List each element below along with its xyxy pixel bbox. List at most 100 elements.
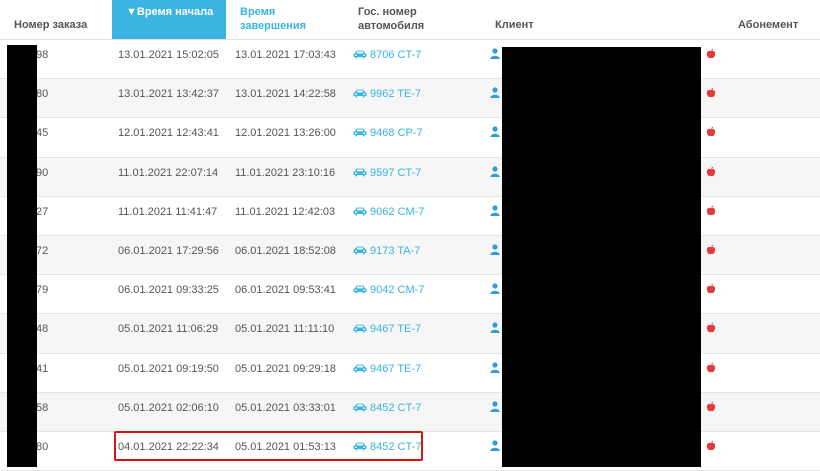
apple-icon [706, 48, 716, 59]
column-header-subscription[interactable]: Абонемент [738, 0, 818, 39]
subscription-cell [706, 440, 716, 454]
apple-icon [706, 283, 716, 294]
column-header-client[interactable]: Клиент [495, 0, 595, 39]
subscription-cell [706, 362, 716, 376]
apple-icon [706, 440, 716, 451]
subscription-cell [706, 126, 716, 140]
client-cell[interactable] [490, 401, 500, 415]
table-header: Номер заказа ▼Время начала Время заверше… [0, 0, 820, 40]
plate-number[interactable]: 8452 CT-7 [370, 402, 421, 414]
client-cell[interactable] [490, 126, 500, 140]
plate-link[interactable]: 9468 CP-7 [353, 118, 423, 156]
end-time: 06.01.2021 18:52:08 [235, 244, 336, 257]
subscription-cell [706, 401, 716, 415]
start-time: 06.01.2021 17:29:56 [118, 244, 219, 257]
plate-number[interactable]: 9467 TE-7 [370, 363, 421, 375]
order-number[interactable]: 41 [36, 354, 48, 392]
order-number[interactable]: 90 [36, 158, 48, 196]
order-number[interactable]: 98 [36, 40, 48, 78]
subscription-cell [706, 322, 716, 336]
plate-link[interactable]: 9962 TE-7 [353, 79, 421, 117]
plate-link[interactable]: 8452 CT-7 [353, 393, 421, 431]
car-icon [353, 128, 367, 137]
client-cell[interactable] [490, 283, 500, 297]
order-number[interactable]: 80 [36, 432, 48, 470]
start-time: 11.01.2021 22:07:14 [118, 166, 219, 179]
plate-number[interactable]: 8706 CT-7 [370, 49, 421, 61]
start-time: 06.01.2021 09:33:25 [118, 284, 219, 297]
client-cell[interactable] [490, 440, 500, 454]
start-time: 05.01.2021 09:19:50 [118, 362, 219, 375]
start-time: 11.01.2021 11:41:47 [118, 205, 218, 218]
person-icon[interactable] [490, 401, 500, 412]
plate-number[interactable]: 9597 CT-7 [370, 167, 421, 179]
redaction-box-order-numbers [7, 45, 37, 467]
car-icon [353, 285, 367, 294]
apple-icon [706, 322, 716, 333]
end-time: 05.01.2021 09:29:18 [235, 362, 336, 375]
start-time: 12.01.2021 12:43:41 [118, 127, 219, 140]
order-number[interactable]: 80 [36, 79, 48, 117]
redaction-box-client-names [502, 47, 701, 467]
subscription-cell [706, 87, 716, 101]
plate-number[interactable]: 9173 TA-7 [370, 245, 420, 257]
plate-link[interactable]: 9597 CT-7 [353, 158, 421, 196]
order-number[interactable]: 58 [36, 393, 48, 431]
end-time: 11.01.2021 23:10:16 [235, 166, 336, 179]
person-icon[interactable] [490, 244, 500, 255]
person-icon[interactable] [490, 322, 500, 334]
order-number[interactable]: 72 [36, 236, 48, 274]
plate-number[interactable]: 9962 TE-7 [370, 88, 421, 100]
client-cell[interactable] [490, 165, 500, 180]
car-icon [353, 324, 367, 333]
end-time: 13.01.2021 17:03:43 [235, 49, 336, 61]
car-icon [353, 89, 367, 98]
plate-link[interactable]: 9173 TA-7 [353, 236, 420, 274]
car-icon [353, 403, 367, 412]
car-icon [353, 50, 367, 59]
apple-icon [706, 362, 716, 372]
client-cell[interactable] [490, 322, 500, 336]
plate-number[interactable]: 9042 CM-7 [370, 284, 424, 296]
client-cell[interactable] [490, 205, 500, 219]
order-number[interactable]: 79 [36, 275, 48, 313]
end-time: 05.01.2021 03:33:01 [235, 401, 336, 414]
column-header-start-time-sorted[interactable]: ▼Время начала [112, 0, 226, 39]
column-header-plate[interactable]: Гос. номер автомобиля [358, 0, 478, 39]
start-time: 05.01.2021 02:06:10 [118, 401, 219, 414]
person-icon[interactable] [490, 361, 500, 373]
car-icon [353, 246, 367, 255]
person-icon[interactable] [490, 87, 500, 99]
client-cell[interactable] [490, 244, 500, 258]
subscription-cell [706, 166, 716, 180]
plate-number[interactable]: 9467 TE-7 [370, 323, 421, 335]
order-number[interactable]: 27 [36, 197, 48, 235]
person-icon[interactable] [490, 205, 500, 216]
start-time: 05.01.2021 11:06:29 [118, 323, 219, 336]
order-number[interactable]: 45 [36, 118, 48, 156]
column-header-order-number[interactable]: Номер заказа [14, 0, 112, 39]
plate-number[interactable]: 9468 CP-7 [370, 127, 423, 139]
person-icon[interactable] [490, 440, 500, 451]
client-cell[interactable] [490, 87, 500, 101]
end-time: 05.01.2021 11:11:10 [235, 323, 335, 336]
person-icon[interactable] [490, 283, 500, 295]
car-icon [353, 364, 367, 372]
client-cell[interactable] [490, 48, 500, 62]
plate-link[interactable]: 9042 CM-7 [353, 275, 424, 313]
client-cell[interactable] [490, 361, 500, 376]
order-number[interactable]: 48 [36, 314, 48, 352]
column-header-end-time[interactable]: Время завершения [240, 0, 340, 39]
apple-icon [706, 166, 716, 176]
plate-link[interactable]: 9467 TE-7 [353, 314, 421, 352]
plate-link[interactable]: 9062 CM-7 [353, 197, 424, 235]
subscription-cell [706, 283, 716, 297]
end-time: 11.01.2021 12:42:03 [235, 205, 336, 218]
person-icon[interactable] [490, 48, 500, 59]
plate-link[interactable]: 8706 CT-7 [353, 40, 421, 78]
person-icon[interactable] [490, 126, 500, 138]
person-icon[interactable] [490, 165, 500, 177]
plate-number[interactable]: 9062 CM-7 [370, 206, 424, 218]
start-time: 13.01.2021 13:42:37 [118, 88, 219, 101]
plate-link[interactable]: 9467 TE-7 [353, 354, 421, 392]
